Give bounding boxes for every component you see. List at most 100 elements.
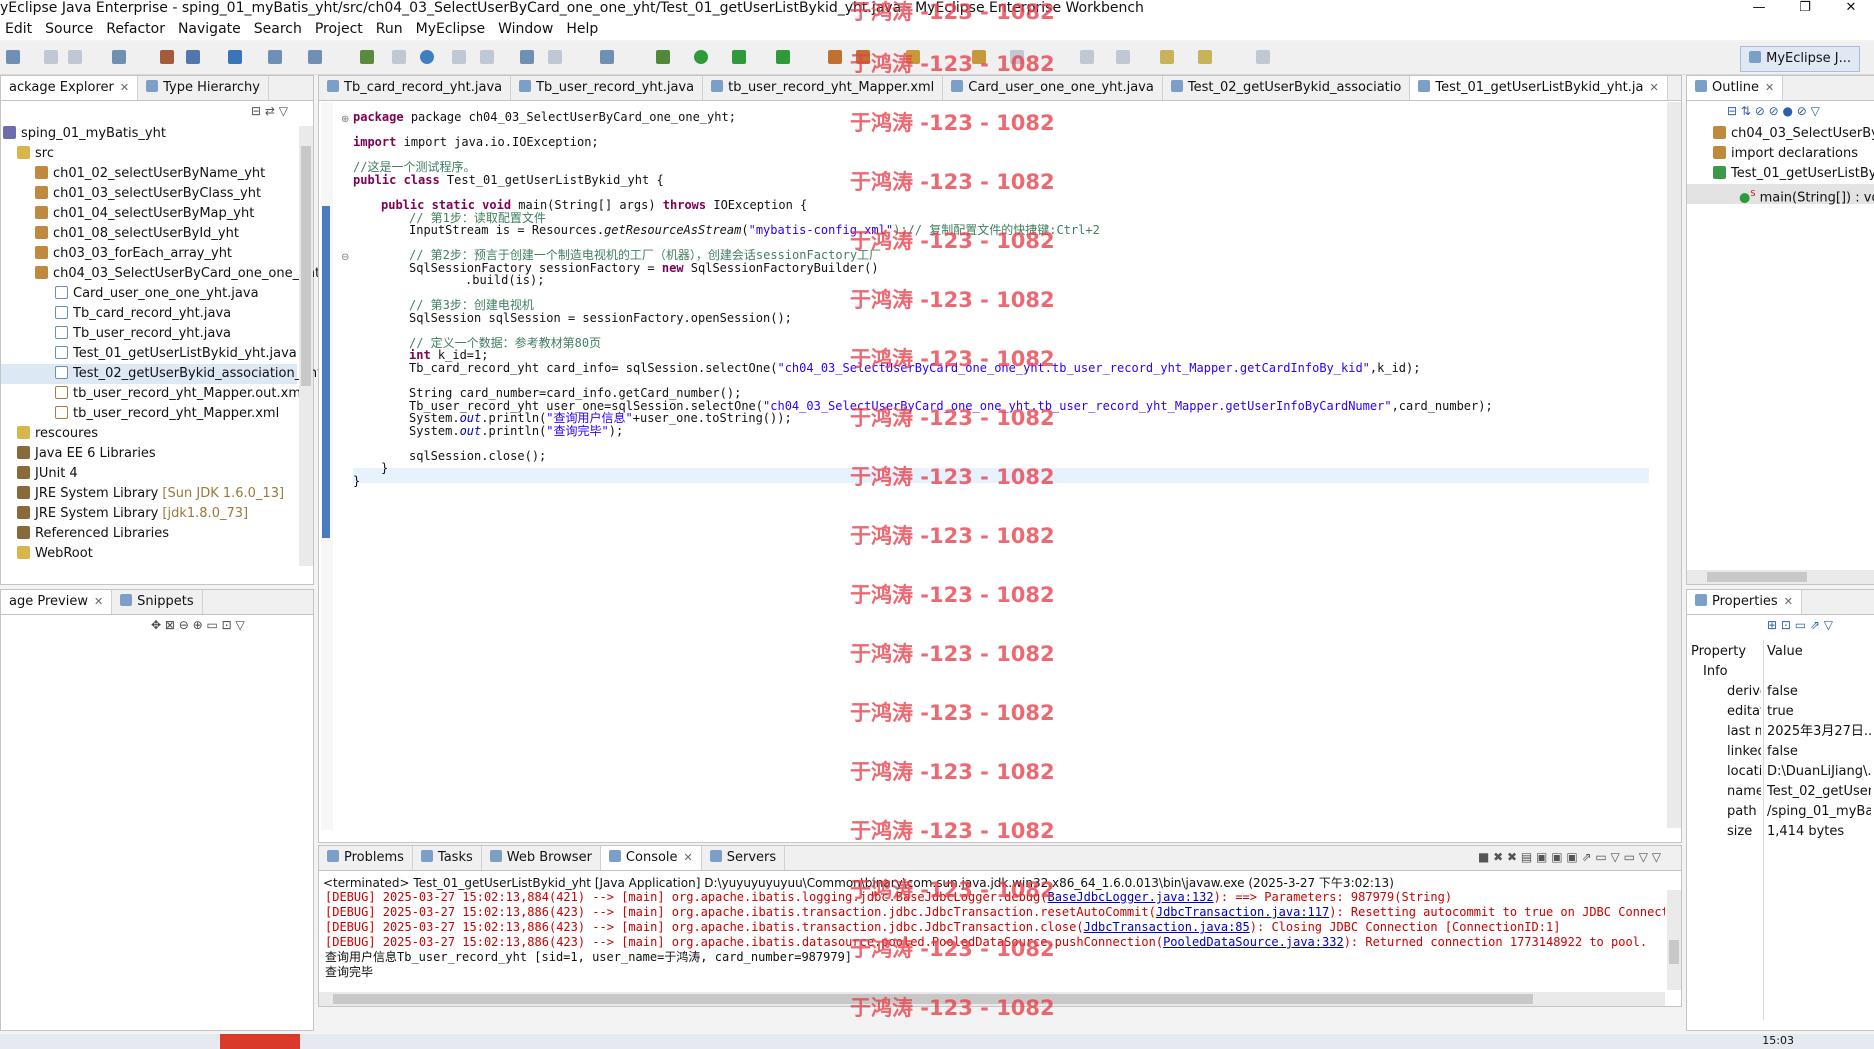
maximize-button[interactable]: ❐ bbox=[1782, 0, 1828, 16]
open-resource-icon[interactable] bbox=[392, 50, 406, 64]
tree-item-selected[interactable]: Test_02_getUserBykid_association_yht. bbox=[1, 364, 326, 384]
edit-icon[interactable] bbox=[1080, 50, 1094, 64]
tree-item[interactable]: ch01_03_selectUserByClass_yht bbox=[1, 184, 297, 204]
outline-item[interactable]: ch04_03_SelectUserByC bbox=[1687, 124, 1874, 144]
tree-item[interactable]: WebRoot bbox=[1, 544, 297, 564]
console-toolbar-icon[interactable]: ■ ✖ ✖ ▤ ▣ ▣ ▣ ⇗ ▭ ▽ ▭ ▽ ▽ bbox=[1478, 850, 1661, 864]
scrollbar-vertical[interactable] bbox=[299, 126, 313, 566]
close-icon[interactable]: ✕ bbox=[1649, 81, 1658, 94]
new-icon[interactable] bbox=[6, 50, 20, 64]
tree-item[interactable]: sping_01_myBatis_yht bbox=[1, 124, 297, 144]
menu-edit[interactable]: Edit bbox=[0, 18, 40, 40]
tab-type-hierarchy[interactable]: Type Hierarchy bbox=[138, 76, 269, 100]
group-info[interactable]: Info bbox=[1703, 662, 1728, 682]
forward-icon[interactable] bbox=[1256, 50, 1270, 64]
browser-icon[interactable] bbox=[268, 50, 282, 64]
db-icon[interactable] bbox=[828, 50, 842, 64]
properties-toolbar-icon[interactable]: ⊞ ⊡ ▭ ⇗ ▽ bbox=[1767, 618, 1833, 632]
external-tools-icon[interactable] bbox=[776, 50, 790, 64]
zoom-tools-icon[interactable]: ✥ ⊠ ⊖ ⊕ ▭ ⊡ ▽ bbox=[151, 618, 245, 632]
menu-help[interactable]: Help bbox=[561, 18, 606, 40]
tab-image-preview[interactable]: age Preview ✕ bbox=[1, 590, 113, 614]
tab-package-explorer[interactable]: ackage Explorer ✕ bbox=[1, 76, 139, 100]
outline-scrollbar-horizontal[interactable] bbox=[1687, 570, 1874, 584]
tree-item[interactable]: Java EE 6 Libraries bbox=[1, 444, 297, 464]
close-icon[interactable]: ✕ bbox=[1784, 595, 1793, 608]
editor-scrollbar-vertical[interactable] bbox=[1667, 102, 1681, 828]
tab-tasks[interactable]: Tasks bbox=[413, 846, 482, 870]
tab-web-browser[interactable]: Web Browser bbox=[482, 846, 601, 870]
tab-properties[interactable]: Properties ✕ bbox=[1687, 590, 1802, 614]
taskbar-app-icon[interactable] bbox=[220, 1034, 300, 1049]
tree-item[interactable]: src bbox=[1, 144, 297, 164]
menu-myeclipse[interactable]: MyEclipse bbox=[411, 18, 493, 40]
tab-tb-user-record[interactable]: Tb_user_record_yht.java bbox=[511, 76, 704, 100]
new-package-icon[interactable] bbox=[360, 50, 374, 64]
next-annotation-icon[interactable] bbox=[1116, 50, 1130, 64]
back-icon[interactable] bbox=[1198, 50, 1212, 64]
collapse-all-icon[interactable]: ⊟ ⇄ ▽ bbox=[251, 104, 288, 118]
tab-mapper-xml[interactable]: tb_user_record_yht_Mapper.xml bbox=[703, 76, 944, 100]
new-class-icon[interactable] bbox=[308, 50, 322, 64]
tab-tb-card-record[interactable]: Tb_card_record_yht.java bbox=[319, 76, 512, 100]
server-icon[interactable] bbox=[228, 50, 242, 64]
tree-item[interactable]: ch01_04_selectUserByMap_yht bbox=[1, 204, 297, 224]
property-column-header[interactable]: Property bbox=[1691, 642, 1746, 662]
tab-test-02[interactable]: Test_02_getUserBykid_associatio bbox=[1163, 76, 1411, 100]
tab-card-user[interactable]: Card_user_one_one_yht.java bbox=[943, 76, 1163, 100]
search-icon[interactable] bbox=[520, 50, 534, 64]
menu-project[interactable]: Project bbox=[310, 18, 371, 40]
save-all-icon[interactable] bbox=[68, 50, 82, 64]
tree-item[interactable]: Test_01_getUserListBykid_yht.java bbox=[1, 344, 297, 364]
tree-item[interactable]: ch01_08_selectUserById_yht bbox=[1, 224, 297, 244]
copy-icon[interactable] bbox=[480, 50, 494, 64]
last-edit-icon[interactable] bbox=[1160, 50, 1174, 64]
menu-window[interactable]: Window bbox=[493, 18, 561, 40]
close-button[interactable]: ✕ bbox=[1828, 0, 1874, 16]
tab-test-01[interactable]: Test_01_getUserListBykid_yht.ja ✕ bbox=[1410, 76, 1668, 100]
build-icon[interactable] bbox=[160, 50, 174, 64]
tree-item[interactable]: JUnit 4 bbox=[1, 464, 297, 484]
value-column-header[interactable]: Value bbox=[1767, 642, 1803, 662]
tab-servers[interactable]: Servers bbox=[702, 846, 786, 870]
outline-item[interactable]: Test_01_getUserListByk bbox=[1687, 164, 1874, 184]
tab-snippets[interactable]: Snippets bbox=[112, 590, 203, 614]
tree-item[interactable]: Referenced Libraries bbox=[1, 524, 297, 544]
run-icon[interactable] bbox=[694, 50, 708, 64]
tree-item[interactable]: tb_user_record_yht_Mapper.xml bbox=[1, 404, 297, 424]
save-icon[interactable] bbox=[44, 50, 58, 64]
tree-item[interactable]: rescoures bbox=[1, 424, 297, 444]
tree-item[interactable]: tb_user_record_yht_Mapper.out.xml bbox=[1, 384, 305, 404]
tree-item[interactable]: ch03_03_forEach_array_yht bbox=[1, 244, 297, 264]
fold-marker-icon[interactable]: ⊕ bbox=[341, 114, 349, 125]
close-icon[interactable]: ✕ bbox=[684, 851, 693, 864]
menu-search[interactable]: Search bbox=[249, 18, 310, 40]
cut-icon[interactable] bbox=[452, 50, 466, 64]
tree-item[interactable]: JRE System Library [jdk1.8.0_73] bbox=[1, 504, 297, 524]
tab-console[interactable]: Console ✕ bbox=[600, 846, 702, 870]
terminal-icon[interactable] bbox=[600, 50, 614, 64]
tree-item[interactable]: Card_user_one_one_yht.java bbox=[1, 284, 297, 304]
outline-item-selected[interactable]: ●S main(String[]) : voi bbox=[1687, 184, 1874, 205]
menu-refactor[interactable]: Refactor bbox=[101, 18, 173, 40]
deploy-icon[interactable] bbox=[186, 50, 200, 64]
tree-item[interactable]: Tb_user_record_yht.java bbox=[1, 324, 297, 344]
scroll-thumb[interactable] bbox=[1707, 572, 1807, 582]
menu-run[interactable]: Run bbox=[371, 18, 411, 40]
outline-toolbar-icon[interactable]: ⊟ ⇅ ⊘ ⊘ ● ⊘ ▽ bbox=[1727, 104, 1820, 118]
outline-item[interactable]: import declarations bbox=[1687, 144, 1874, 164]
tree-item[interactable]: ch04_03_SelectUserByCard_one_one_yht bbox=[1, 264, 320, 284]
format-icon[interactable] bbox=[548, 50, 562, 64]
close-icon[interactable]: ✕ bbox=[120, 81, 129, 94]
debug-icon[interactable] bbox=[656, 50, 670, 64]
web-icon[interactable] bbox=[420, 50, 434, 64]
run-config-icon[interactable] bbox=[732, 50, 746, 64]
minimize-button[interactable]: — bbox=[1736, 0, 1782, 16]
console-scrollbar-vertical[interactable] bbox=[1667, 890, 1681, 990]
tab-outline[interactable]: Outline ✕ bbox=[1687, 76, 1784, 100]
perspective-switcher[interactable]: MyEclipse J... bbox=[1740, 46, 1860, 72]
fold-marker-icon[interactable]: ⊖ bbox=[341, 252, 349, 263]
open-type-icon[interactable] bbox=[112, 50, 126, 64]
close-icon[interactable]: ✕ bbox=[1765, 81, 1774, 94]
menu-source[interactable]: Source bbox=[40, 18, 101, 40]
